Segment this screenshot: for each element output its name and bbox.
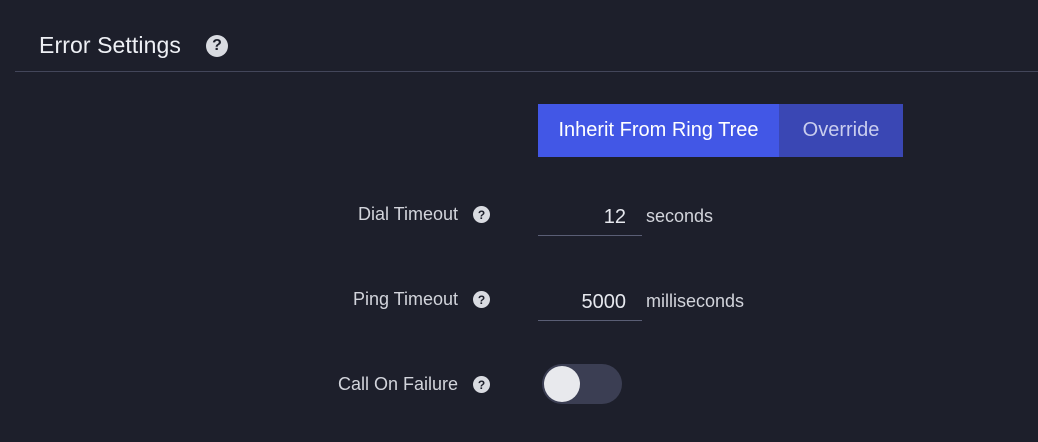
switch-knob	[544, 366, 580, 402]
ping-timeout-unit: milliseconds	[646, 291, 745, 311]
inherit-override-toggle: Inherit From Ring Tree Override	[538, 104, 903, 157]
dial-timeout-input[interactable]: 12	[538, 198, 642, 236]
question-circle-icon[interactable]: ?	[473, 376, 490, 393]
override-button[interactable]: Override	[779, 104, 903, 157]
call-on-failure-switch[interactable]	[542, 364, 622, 404]
section-header: Error Settings ?	[15, 0, 1038, 72]
section-title: Error Settings	[39, 32, 182, 58]
dial-timeout-unit: seconds	[646, 206, 714, 226]
dial-timeout-label: Dial Timeout	[357, 204, 458, 224]
question-circle-icon[interactable]: ?	[206, 35, 228, 57]
ping-timeout-input[interactable]: 5000	[538, 283, 642, 321]
question-circle-icon[interactable]: ?	[473, 206, 490, 223]
call-on-failure-label: Call On Failure	[337, 374, 458, 394]
ping-timeout-label: Ping Timeout	[352, 289, 458, 309]
question-circle-icon[interactable]: ?	[473, 291, 490, 308]
inherit-from-ring-tree-button[interactable]: Inherit From Ring Tree	[538, 104, 779, 157]
